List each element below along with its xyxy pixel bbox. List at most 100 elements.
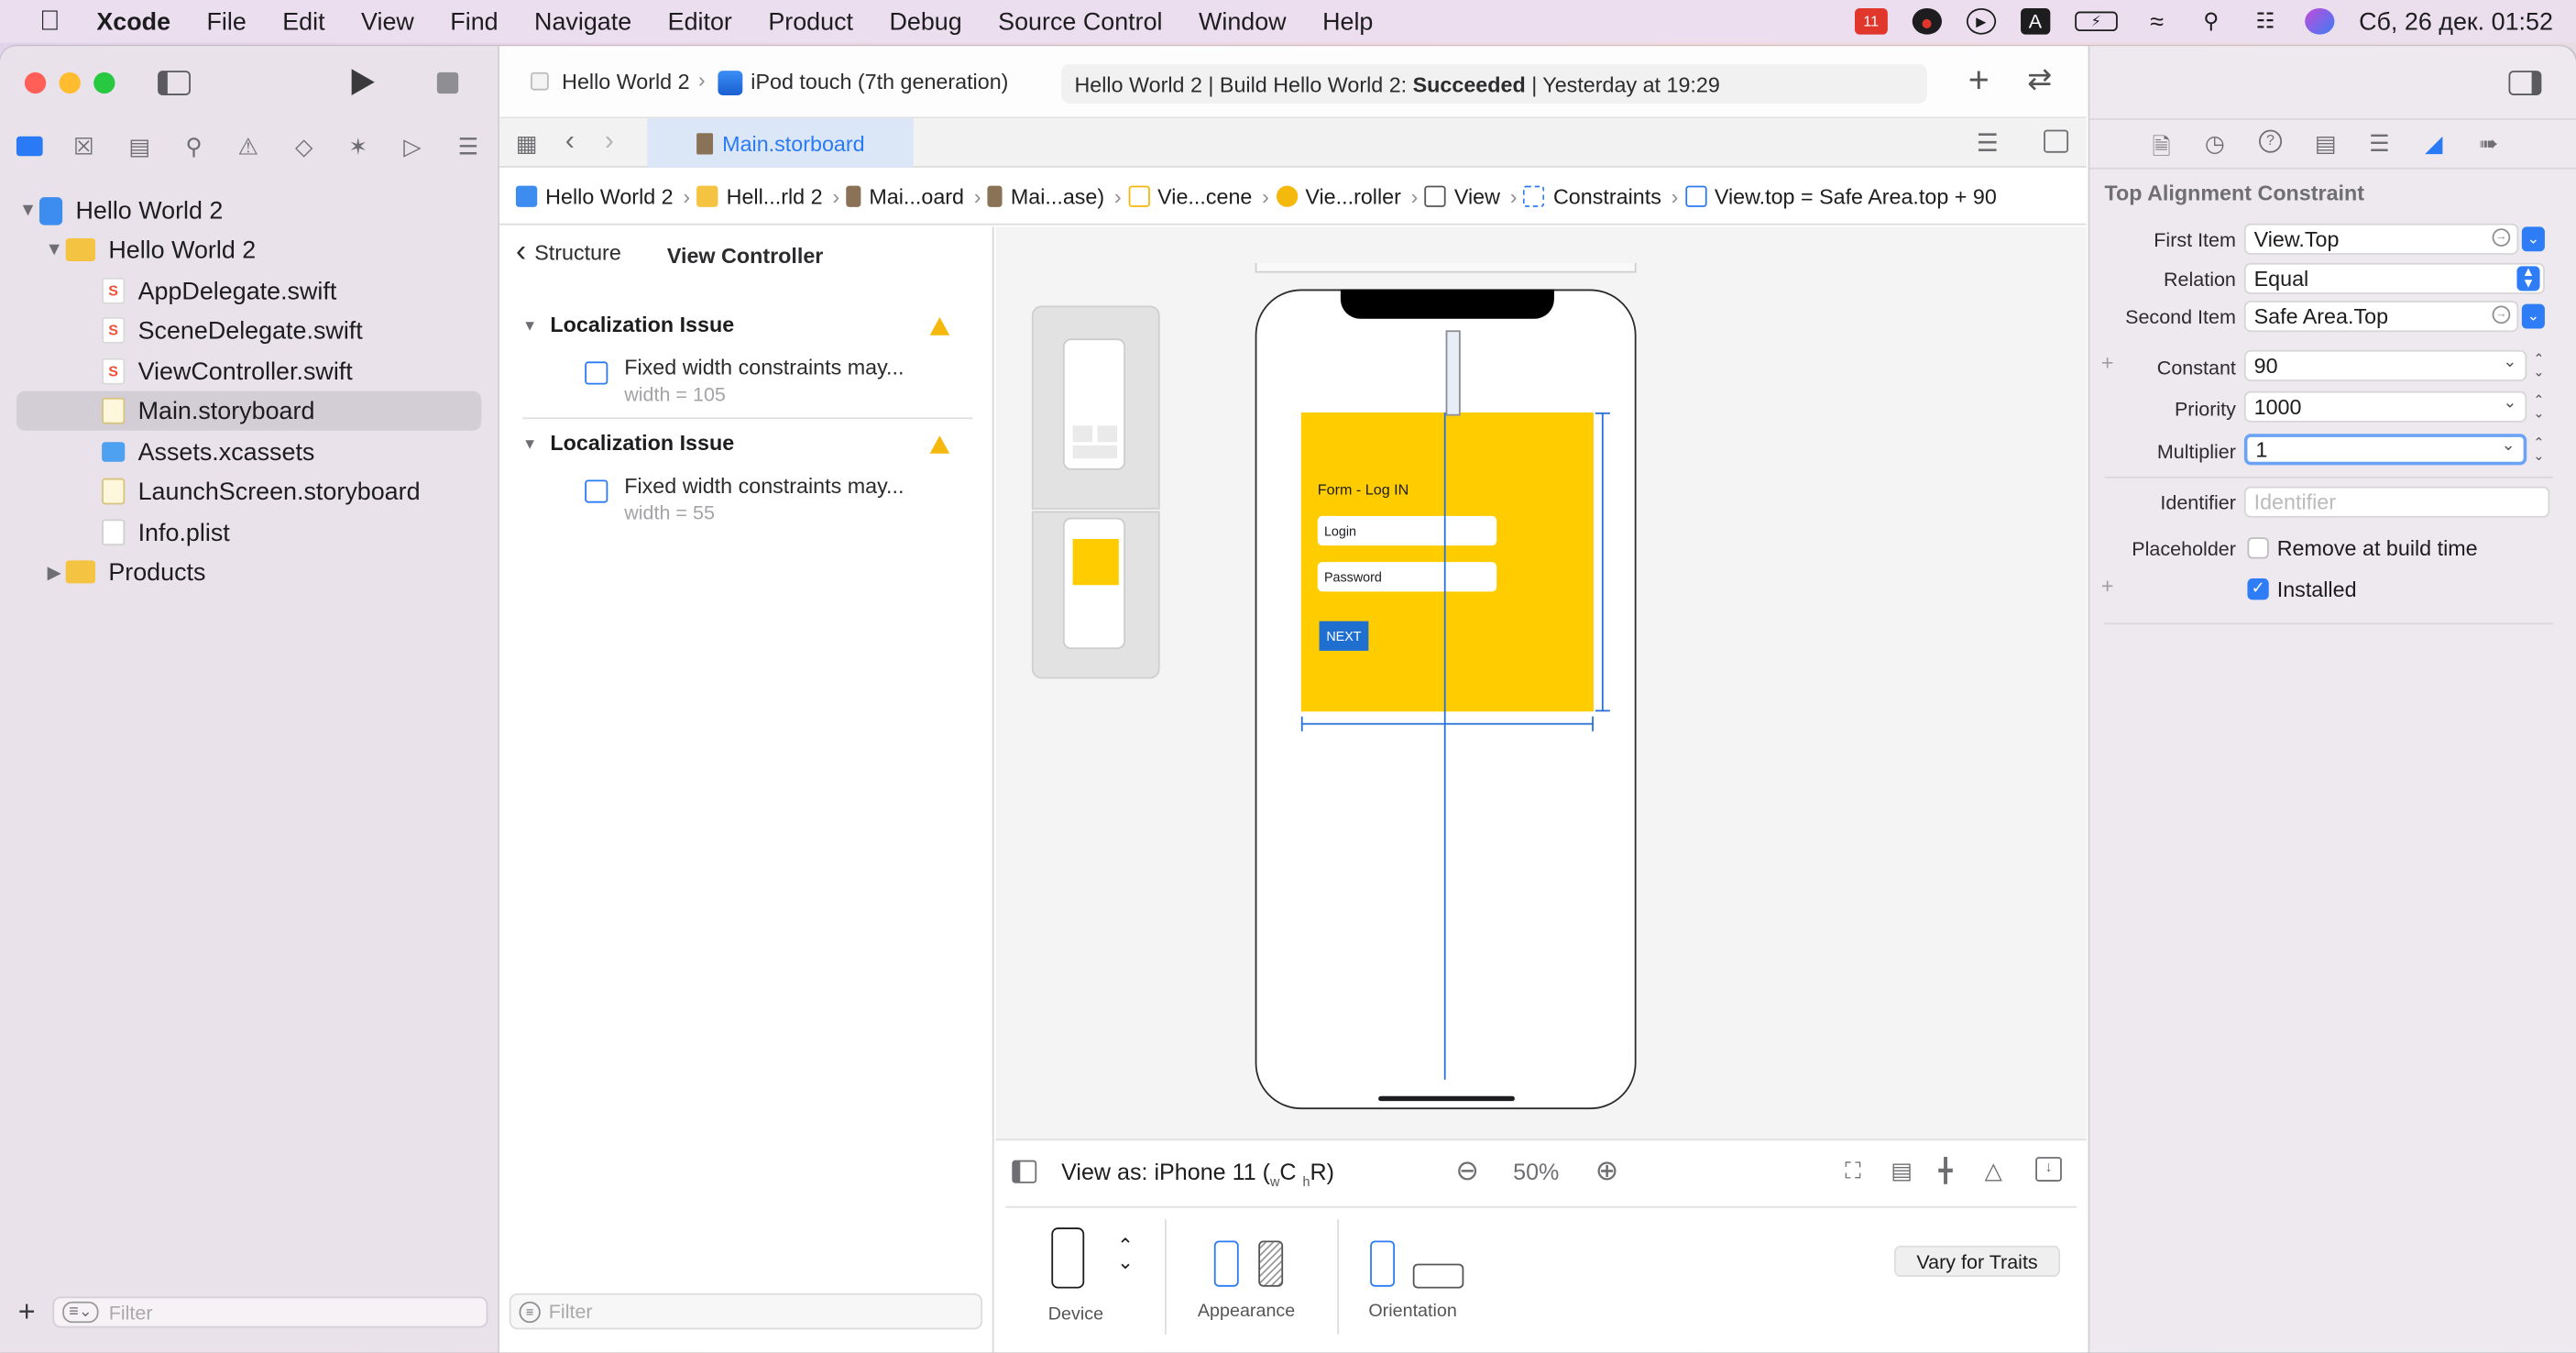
menu-window[interactable]: Window: [1180, 7, 1304, 35]
relation-popup[interactable]: Equal ▲ ▼: [2243, 262, 2545, 294]
stop-icon[interactable]: [436, 72, 459, 94]
constraint-top-selected[interactable]: [1445, 330, 1461, 416]
menu-app[interactable]: Xcode: [79, 7, 189, 35]
play-circle-icon[interactable]: ▶: [1966, 7, 1996, 35]
next-button[interactable]: NEXT: [1319, 621, 1369, 651]
jump-bar-item-view[interactable]: View: [1424, 184, 1500, 209]
tree-item-file-selected[interactable]: Main.storyboard: [16, 390, 482, 431]
tree-item-file[interactable]: S ViewController.swift: [16, 352, 481, 391]
source-control-navigator-icon[interactable]: ☒: [69, 131, 98, 160]
chat-icon[interactable]: ●: [1912, 7, 1942, 35]
battery-icon[interactable]: ⚡: [2074, 11, 2118, 32]
keyboard-layout-icon[interactable]: A: [2020, 7, 2051, 35]
outline-filter-field[interactable]: ≡ Filter: [509, 1292, 983, 1330]
close-window-button[interactable]: [24, 72, 47, 94]
multiplier-field[interactable]: 1 ⌄: [2243, 434, 2527, 466]
zoom-level[interactable]: 50%: [1513, 1159, 1559, 1185]
login-field[interactable]: Login: [1317, 515, 1497, 546]
storyboard-canvas[interactable]: Form - Log IN Login Password NEXT: [995, 226, 2087, 1139]
jump-bar-item-group[interactable]: Hell...rld 2: [696, 184, 823, 209]
chevron-down-icon[interactable]: ▼: [16, 201, 39, 221]
menu-product[interactable]: Product: [751, 7, 871, 35]
activity-viewer[interactable]: Hello World 2 | Build Hello World 2: Suc…: [1061, 63, 1927, 104]
add-library-icon[interactable]: +: [1968, 60, 1990, 103]
scheme-selector[interactable]: Hello World 2: [562, 69, 689, 94]
appearance-dark-icon[interactable]: [1258, 1240, 1284, 1287]
related-items-icon[interactable]: ▦: [516, 130, 538, 158]
resolve-issues-icon[interactable]: △: [1985, 1157, 2002, 1184]
issue-message[interactable]: Fixed width constraints may...: [624, 355, 904, 380]
filter-options-icon[interactable]: ≡⌄: [62, 1301, 99, 1324]
jump-bar-item-constraint[interactable]: View.top = Safe Area.top + 90: [1684, 184, 1997, 209]
form-view[interactable]: Form - Log IN Login Password NEXT: [1300, 412, 1594, 712]
appearance-light-icon[interactable]: [1213, 1240, 1239, 1287]
align-icon[interactable]: ▤: [1891, 1157, 1913, 1184]
installed-checkbox[interactable]: ✓: [2247, 578, 2269, 600]
editor-options-icon[interactable]: ☰: [1977, 128, 1999, 158]
inspector-toggle-icon[interactable]: [2508, 71, 2542, 95]
find-navigator-icon[interactable]: ⚲: [179, 131, 208, 160]
identity-inspector-icon[interactable]: ▤: [2315, 130, 2337, 158]
chevron-down-icon[interactable]: ⌄: [2521, 303, 2545, 329]
scene-thumbnail[interactable]: [1031, 305, 1160, 510]
attributes-inspector-icon[interactable]: ☰: [2369, 130, 2390, 158]
report-navigator-icon[interactable]: ☰: [454, 131, 483, 160]
help-inspector-icon[interactable]: ?: [2259, 129, 2283, 153]
add-variation-icon[interactable]: +: [2101, 350, 2114, 375]
tree-item-file[interactable]: S SceneDelegate.swift: [16, 311, 481, 350]
chevron-down-icon[interactable]: ▼: [43, 240, 66, 260]
arrow-circle-icon[interactable]: →: [2492, 228, 2511, 247]
embed-in-icon[interactable]: ↓: [2035, 1157, 2062, 1182]
add-constraints-icon[interactable]: ╋: [1938, 1157, 1952, 1184]
jump-bar-item-storyboard[interactable]: Mai...oard: [846, 184, 964, 209]
device-phone-icon[interactable]: [1051, 1227, 1085, 1289]
constant-stepper[interactable]: ⌃ ⌄: [2533, 353, 2549, 380]
spotlight-icon[interactable]: ⚲: [2197, 8, 2226, 35]
back-icon[interactable]: ‹: [565, 125, 575, 158]
menu-debug[interactable]: Debug: [871, 7, 981, 35]
sidebar-toggle-icon[interactable]: [158, 71, 191, 95]
constant-field[interactable]: 90 ⌄: [2243, 349, 2527, 381]
menu-navigate[interactable]: Navigate: [516, 7, 650, 35]
arrow-circle-icon[interactable]: →: [2492, 305, 2511, 324]
tree-item-file[interactable]: LaunchScreen.storyboard: [16, 472, 481, 512]
password-field[interactable]: Password: [1317, 562, 1497, 592]
size-inspector-icon[interactable]: ◢: [2425, 130, 2442, 158]
tree-item-project[interactable]: ▼ Hello World 2: [16, 191, 481, 230]
file-inspector-icon[interactable]: 🗎: [2152, 130, 2170, 170]
code-review-icon[interactable]: ⇄: [2027, 62, 2052, 97]
scene-top-bar[interactable]: [1255, 262, 1637, 273]
symbol-navigator-icon[interactable]: ▤: [125, 131, 154, 160]
add-file-icon[interactable]: +: [18, 1295, 36, 1330]
constraint-center-x-line[interactable]: [1443, 412, 1446, 1080]
chevron-down-icon[interactable]: ⌄: [2502, 437, 2516, 456]
constraint-width-line[interactable]: [1300, 722, 1594, 725]
menu-edit[interactable]: Edit: [265, 7, 344, 35]
minimize-window-button[interactable]: [59, 72, 81, 94]
history-inspector-icon[interactable]: ◷: [2205, 130, 2225, 158]
menu-source-control[interactable]: Source Control: [980, 7, 1180, 35]
vary-for-traits-button[interactable]: Vary for Traits: [1894, 1245, 2061, 1277]
debug-navigator-icon[interactable]: ✶: [344, 131, 373, 160]
test-navigator-icon[interactable]: ◇: [290, 131, 319, 160]
tab-main-storyboard[interactable]: Main.storboard: [647, 118, 914, 168]
remove-at-build-checkbox[interactable]: [2247, 537, 2269, 559]
orientation-portrait-icon[interactable]: [1370, 1240, 1396, 1287]
folder-navigator-icon[interactable]: [15, 131, 44, 160]
navigator-filter-field[interactable]: ≡⌄ Filter: [52, 1296, 488, 1328]
jump-bar-item-scene[interactable]: Vie...cene: [1127, 184, 1252, 209]
update-frames-icon[interactable]: ⛶: [1845, 1157, 1861, 1184]
menu-editor[interactable]: Editor: [650, 7, 751, 35]
chevron-down-icon[interactable]: ⌄: [2503, 394, 2516, 412]
issue-header[interactable]: ▼ Localization Issue: [522, 313, 966, 337]
tree-item-file[interactable]: Info.plist: [16, 512, 481, 552]
back-to-structure-button[interactable]: ‹ Structure: [516, 236, 621, 267]
zoom-in-icon[interactable]: ⊕: [1595, 1155, 1619, 1188]
device-selector[interactable]: iPod touch (7th generation): [751, 69, 1008, 94]
scene-thumbnail-selected[interactable]: [1031, 511, 1160, 679]
multiplier-stepper[interactable]: ⌃ ⌄: [2533, 436, 2549, 464]
menu-help[interactable]: Help: [1304, 7, 1391, 35]
zoom-out-icon[interactable]: ⊖: [1455, 1155, 1479, 1188]
split-editor-icon[interactable]: [2044, 129, 2069, 153]
add-variation-icon[interactable]: +: [2101, 574, 2114, 599]
